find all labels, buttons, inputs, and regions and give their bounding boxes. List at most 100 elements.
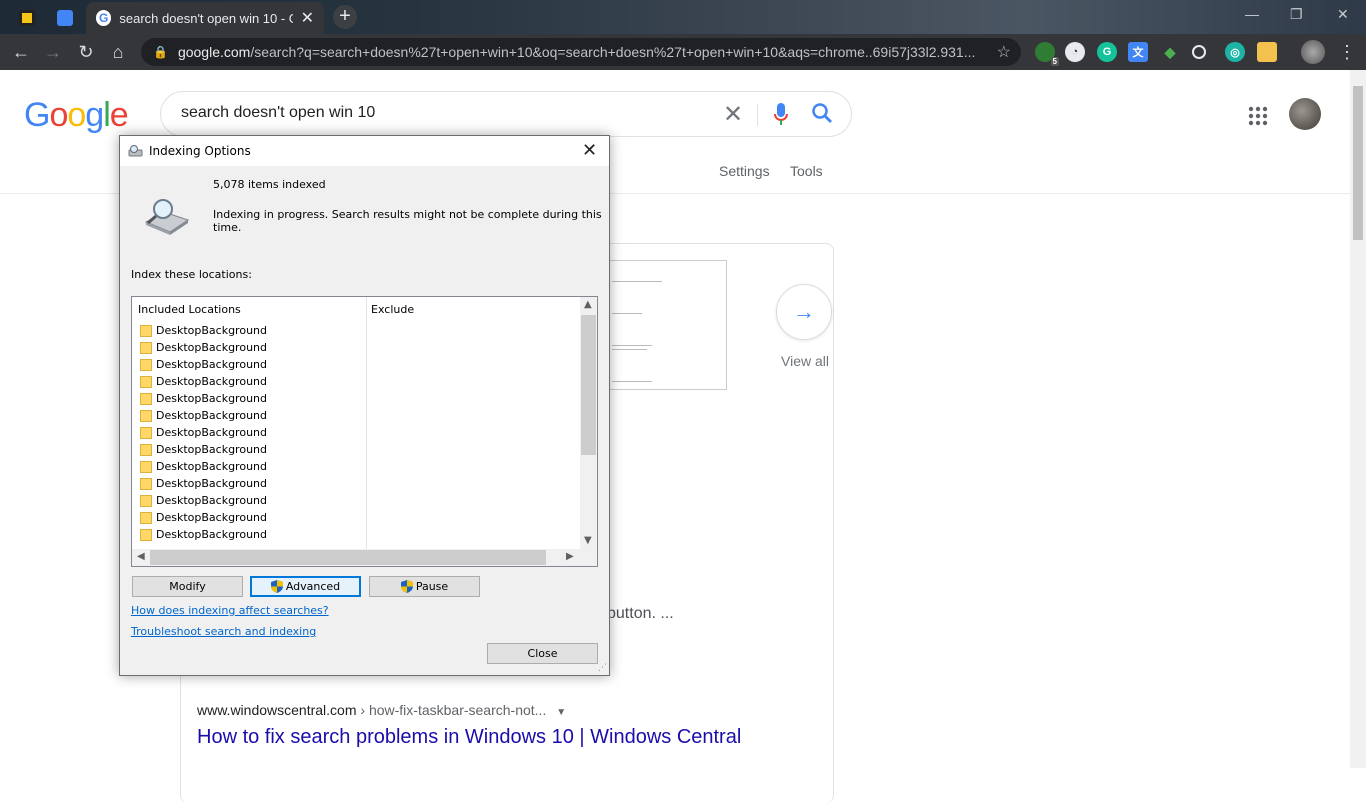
result-path: › how-fix-taskbar-search-not... [360, 702, 547, 718]
vpn-extension-icon[interactable]: ◎ [1225, 42, 1245, 62]
list-item[interactable]: DesktopBackground [140, 339, 267, 356]
list-item[interactable]: DesktopBackground [140, 509, 267, 526]
column-included-locations[interactable]: Included Locations [138, 303, 241, 316]
restore-icon[interactable]: ❐ [1290, 6, 1303, 23]
column-exclude[interactable]: Exclude [371, 303, 414, 316]
location-name: DesktopBackground [156, 460, 267, 473]
home-icon[interactable]: ⌂ [107, 41, 129, 63]
extension-shield-icon[interactable]: 5 [1035, 42, 1059, 66]
list-vertical-scrollbar[interactable]: ▲ ▼ [580, 297, 597, 549]
list-item[interactable]: DesktopBackground [140, 492, 267, 509]
list-horizontal-scrollbar[interactable]: ◀ ▶ [132, 549, 580, 566]
items-indexed-count: 5,078 items indexed [213, 178, 326, 191]
tab-active[interactable]: G search doesn't open win 10 - Google Se… [86, 2, 324, 34]
pinned-tab-1[interactable] [14, 5, 40, 31]
notes-extension-icon[interactable] [1257, 42, 1277, 62]
list-item[interactable]: DesktopBackground [140, 458, 267, 475]
folder-icon [140, 358, 152, 371]
result-title-link[interactable]: How to fix search problems in Windows 10… [197, 726, 741, 749]
location-name: DesktopBackground [156, 324, 267, 337]
result-thumbnail[interactable] [607, 260, 727, 390]
scroll-right-icon[interactable]: ▶ [566, 551, 574, 562]
list-item[interactable]: DesktopBackground [140, 526, 267, 543]
advanced-button[interactable]: Advanced [250, 576, 361, 597]
location-name: DesktopBackground [156, 443, 267, 456]
menu-icon[interactable]: ⋮ [1336, 41, 1358, 63]
folder-icon [140, 375, 152, 388]
window-close-icon[interactable]: ✕ [1337, 6, 1349, 23]
thumbnail-line [612, 381, 652, 382]
microphone-icon[interactable] [773, 102, 789, 128]
modify-label: Modify [169, 580, 206, 593]
location-name: DesktopBackground [156, 358, 267, 371]
drive-magnifier-icon [144, 199, 190, 235]
browser-titlebar: G search doesn't open win 10 - Google Se… [0, 0, 1366, 34]
scroll-left-icon[interactable]: ◀ [137, 551, 145, 562]
google-apps-icon[interactable] [1248, 106, 1268, 126]
list-item[interactable]: DesktopBackground [140, 407, 267, 424]
location-name: DesktopBackground [156, 494, 267, 507]
list-item[interactable]: DesktopBackground [140, 475, 267, 492]
circle-extension-icon[interactable] [1192, 45, 1206, 59]
tab-title: search doesn't open win 10 - Google Sear… [119, 10, 292, 26]
clear-search-icon[interactable]: ✕ [723, 100, 743, 129]
folder-icon [140, 426, 152, 439]
resize-grip-icon[interactable]: ⋰ [598, 663, 607, 673]
indexing-options-dialog: Indexing Options ✕ 5,078 items indexed I… [119, 135, 610, 676]
search-icon[interactable] [811, 102, 833, 124]
pause-label: Pause [415, 580, 449, 593]
search-input[interactable]: search doesn't open win 10 [181, 104, 375, 122]
grammarly-icon[interactable]: G [1097, 42, 1117, 62]
search-box[interactable]: search doesn't open win 10 ✕ [160, 91, 852, 137]
tab-close-icon[interactable]: ✕ [301, 8, 314, 28]
dialog-titlebar[interactable]: Indexing Options ✕ [120, 136, 609, 166]
troubleshoot-link[interactable]: Troubleshoot search and indexing [131, 625, 316, 638]
location-name: DesktopBackground [156, 341, 267, 354]
translate-extension-icon[interactable]: 文 [1128, 42, 1148, 62]
address-bar[interactable]: 🔒 google.com/search?q=search+doesn%27t+o… [141, 38, 1021, 66]
scroll-up-icon[interactable]: ▲ [584, 299, 592, 310]
search-divider [757, 104, 758, 126]
bookmark-star-icon[interactable]: ☆ [997, 42, 1011, 62]
new-tab-button[interactable]: + [333, 5, 357, 29]
close-label: Close [527, 647, 558, 660]
close-button[interactable]: Close [487, 643, 598, 664]
google-logo[interactable]: Google [24, 96, 129, 135]
list-item[interactable]: DesktopBackground [140, 424, 267, 441]
list-item[interactable]: DesktopBackground [140, 322, 267, 339]
pinned-tab-2[interactable] [52, 5, 78, 31]
list-item[interactable]: DesktopBackground [140, 373, 267, 390]
caret-down-icon[interactable]: ▼ [556, 707, 566, 718]
tools-link[interactable]: Tools [790, 163, 823, 179]
scroll-down-icon[interactable]: ▼ [584, 535, 592, 546]
logo-letter: o [67, 96, 86, 134]
back-icon[interactable]: ← [10, 41, 32, 63]
page-scrollbar-thumb[interactable] [1353, 86, 1363, 240]
pause-button[interactable]: Pause [369, 576, 480, 597]
result-url[interactable]: www.windowscentral.com › how-fix-taskbar… [197, 702, 566, 718]
dialog-close-icon[interactable]: ✕ [582, 140, 597, 161]
list-horizontal-thumb[interactable] [150, 550, 546, 565]
settings-link[interactable]: Settings [719, 163, 770, 179]
list-item[interactable]: DesktopBackground [140, 390, 267, 407]
logo-letter: e [109, 96, 129, 134]
list-vertical-thumb[interactable] [581, 315, 596, 455]
list-item[interactable]: DesktopBackground [140, 441, 267, 458]
thumbnail-line [612, 345, 652, 346]
download-extension-icon[interactable]: ◆ [1160, 42, 1180, 62]
next-arrow-icon[interactable]: → [776, 284, 832, 340]
page-scrollbar[interactable] [1350, 70, 1366, 768]
modify-button[interactable]: Modify [132, 576, 243, 597]
browser-toolbar: ← → ↻ ⌂ 🔒 google.com/search?q=search+doe… [0, 34, 1366, 70]
profile-avatar[interactable] [1301, 40, 1325, 64]
folder-icon [140, 392, 152, 405]
speedometer-extension-icon[interactable]: ◔ [1065, 42, 1085, 62]
view-all-link[interactable]: View all [781, 353, 829, 369]
how-indexing-link[interactable]: How does indexing affect searches? [131, 604, 329, 617]
minimize-icon[interactable]: — [1245, 6, 1259, 22]
locations-list[interactable]: Included Locations Exclude DesktopBackgr… [131, 296, 598, 567]
list-item[interactable]: DesktopBackground [140, 356, 267, 373]
reload-icon[interactable]: ↻ [75, 41, 97, 63]
account-avatar[interactable] [1289, 98, 1321, 130]
forward-icon[interactable]: → [42, 41, 64, 63]
